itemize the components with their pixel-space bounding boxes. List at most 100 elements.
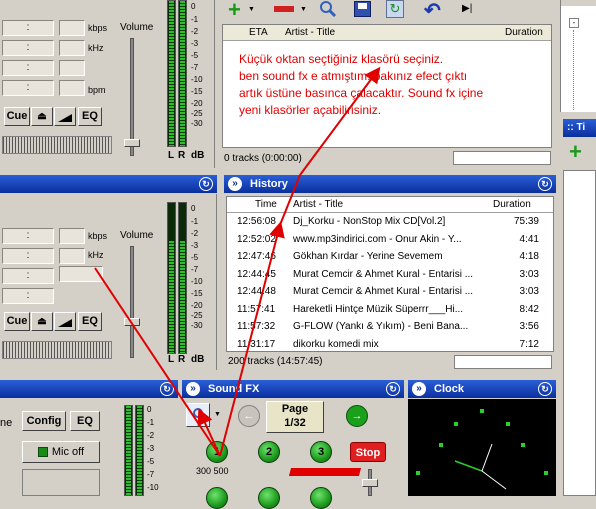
deck1-volume-label: Volume	[120, 22, 154, 33]
history-row[interactable]: 11:31:17 dikorku komedi mix 7:12	[227, 336, 553, 352]
deck2-cue-button[interactable]: Cue	[4, 312, 30, 331]
deck2-meter-left	[167, 202, 176, 354]
clock-svg	[416, 409, 548, 490]
mic-toggle-label: Mic off	[51, 446, 85, 458]
col-duration[interactable]: Duration	[505, 25, 543, 41]
history-row[interactable]: 12:44:48 Murat Cemcir & Ahmet Kural - Ent…	[227, 283, 553, 301]
row-title: dikorku komedi mix	[293, 338, 379, 350]
mic-status-indicator	[37, 447, 48, 458]
hist-col-duration[interactable]: Duration	[493, 197, 531, 213]
mic-eq-button[interactable]: EQ	[70, 411, 100, 431]
history-row[interactable]: 12:47:46 Gökhan Kırdar - Yerine Sevemem 4:…	[227, 248, 553, 266]
row-title: Gökhan Kırdar - Yerine Sevemem	[293, 251, 443, 262]
row-time: 11:57:32	[237, 321, 276, 332]
mic-toggle-button[interactable]: Mic off	[22, 441, 100, 463]
deck2-field-5	[59, 228, 85, 244]
history-list[interactable]: Time Artist - Title Duration 12:56:08 Dj_…	[226, 196, 554, 352]
deck1-eject-button[interactable]: ⏏	[31, 107, 53, 126]
right-mid-gap	[560, 112, 596, 118]
folder-search-icon	[193, 408, 203, 418]
row-duration: 3:03	[519, 268, 539, 280]
refresh-icon[interactable]: ↻	[386, 0, 404, 18]
history-row[interactable]: 12:52:02 www.mp3indirici.com - Onur Akin …	[227, 231, 553, 249]
soundfx-panel: ▼ ← Page 1/32 → 1 2 3 Stop 300 500	[182, 399, 404, 509]
history-row[interactable]: 11:57:32 G-FLOW (Yankı & Yıkım) - Beni Ba…	[227, 318, 553, 336]
deck2-ramp-button[interactable]	[54, 312, 76, 331]
add-dropdown-icon[interactable]: ▼	[248, 6, 255, 13]
next-icon[interactable]: ▶|	[462, 3, 472, 14]
undo-icon[interactable]: ↶	[424, 0, 441, 23]
clock-collapse-icon[interactable]: »	[412, 382, 426, 396]
history-row[interactable]: 12:44:45 Murat Cemcir & Ahmet Kural - Ent…	[227, 266, 553, 284]
soundfx-collapse-icon[interactable]: »	[186, 382, 200, 396]
add-icon[interactable]: +	[228, 0, 241, 23]
next-page-button[interactable]: →	[346, 405, 368, 427]
sfx-button-4[interactable]	[206, 487, 228, 509]
row-time: 12:44:45	[237, 268, 276, 280]
sfx-stop-button[interactable]: Stop	[350, 442, 386, 462]
deck1-unit-khz: kHz	[88, 43, 104, 53]
soundfx-dock-icon[interactable]: ↻	[386, 382, 400, 396]
clock-tick-4	[544, 471, 548, 475]
history-row[interactable]: 12:56:08 Dj_Korku - NonStop Mix CD[Vol.2]…	[227, 213, 553, 231]
deck1-field-4: :	[2, 80, 54, 96]
deck2-panel: : : : : kbps kHz Volume Cue ⏏ EQ 0 -1 -2 -3…	[0, 194, 217, 370]
clock-tick-12	[480, 409, 484, 413]
right-top-scrollbar[interactable]	[561, 0, 596, 6]
row-title: G-FLOW (Yankı & Yıkım) - Beni Bana...	[293, 321, 469, 332]
history-row[interactable]: 11:57:41 Hareketli Hintçe Müzik Süperrr__…	[227, 301, 553, 319]
folder-select-button[interactable]	[186, 403, 210, 427]
hist-col-title[interactable]: Artist - Title	[293, 197, 343, 213]
deck2-titlebar: ↻	[0, 175, 217, 193]
prev-page-button[interactable]: ←	[238, 405, 260, 427]
hist-col-time[interactable]: Time	[255, 197, 277, 213]
eject-icon: ⏏	[37, 111, 47, 122]
playlist-header: ETA Artist - Title Duration	[223, 25, 551, 41]
sfx-button-5[interactable]	[258, 487, 280, 509]
right-toolbar: +	[563, 138, 596, 168]
deck2-eq-button[interactable]: EQ	[78, 312, 102, 331]
mic-titlebar: ↻	[0, 380, 178, 398]
row-duration: 75:39	[513, 216, 539, 227]
deck2-dock-icon[interactable]: ↻	[199, 177, 213, 191]
clock-tick-3	[521, 443, 525, 447]
right-list	[563, 170, 596, 496]
deck2-eject-button[interactable]: ⏏	[31, 312, 53, 331]
deck1-volume-slider[interactable]	[124, 139, 140, 147]
mic-dock-icon[interactable]: ↻	[160, 382, 174, 396]
deck1-cue-button[interactable]: Cue	[4, 107, 30, 126]
folder-dropdown-icon[interactable]: ▼	[214, 411, 221, 418]
clock-title: Clock	[434, 383, 464, 395]
sfx-button-6[interactable]	[310, 487, 332, 509]
right-add-icon[interactable]: +	[569, 139, 582, 165]
row-duration: 7:12	[519, 338, 539, 350]
row-time: 12:47:46	[237, 251, 276, 262]
row-duration: 3:03	[519, 286, 539, 297]
row-time: 11:31:17	[237, 338, 276, 350]
playlist-list[interactable]: ETA Artist - Title Duration Küçük oktan …	[222, 24, 552, 148]
history-dock-icon[interactable]: ↻	[538, 177, 552, 191]
history-collapse-icon[interactable]: »	[228, 177, 242, 191]
deck2-volume-slider[interactable]	[124, 318, 140, 326]
clock-dock-icon[interactable]: ↻	[538, 382, 552, 396]
deck1-eq-button[interactable]: EQ	[78, 107, 102, 126]
remove-dropdown-icon[interactable]: ▼	[300, 6, 307, 13]
deck1-field-8	[59, 80, 85, 96]
sfx-button-3[interactable]: 3	[310, 441, 332, 463]
deck2-progress-bar[interactable]	[2, 341, 112, 359]
deck1-ramp-button[interactable]	[54, 107, 76, 126]
save-icon[interactable]	[354, 1, 371, 17]
deck1-unit-kbps: kbps	[88, 23, 108, 33]
sfx-volume-slider[interactable]	[362, 479, 378, 487]
sfx-button-2[interactable]: 2	[258, 441, 280, 463]
col-eta[interactable]: ETA	[249, 25, 268, 41]
deck1-progress-bar[interactable]	[2, 136, 112, 154]
remove-icon[interactable]	[274, 6, 294, 12]
mic-config-button[interactable]: Config	[22, 411, 66, 431]
deck1-meter-left	[167, 0, 176, 147]
col-artist-title[interactable]: Artist - Title	[285, 25, 335, 41]
deck2-field-1: :	[2, 228, 54, 244]
search-icon[interactable]	[318, 0, 338, 18]
sfx-button-1[interactable]: 1	[206, 441, 228, 463]
mic-panel: ne Config EQ Mic off 0 -1 -2 -3 -5 -7 -10	[0, 399, 178, 496]
